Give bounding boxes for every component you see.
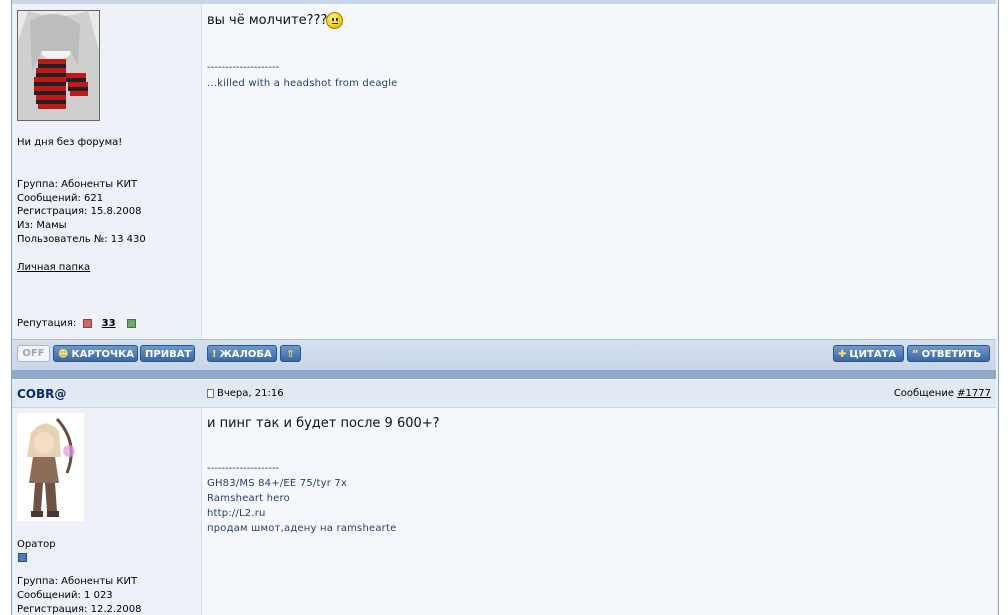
user-rank: Оратор — [17, 539, 56, 550]
private-message-button[interactable]: ПРИВАТ — [140, 345, 195, 362]
user-registered: Регистрация: 12.2.2008 — [17, 604, 142, 615]
smile-icon — [326, 12, 343, 29]
post1-avatar[interactable] — [17, 10, 100, 121]
avatar-image — [17, 413, 84, 521]
user-registered: Регистрация: 15.8.2008 — [17, 206, 142, 217]
signature-divider: -------------------- — [207, 463, 280, 474]
post1-message: вы чё молчите??? — [207, 13, 328, 28]
reputation-minus-icon[interactable] — [83, 318, 93, 328]
post1-signature: ...killed with a headshot from deagle — [207, 78, 398, 89]
profile-card-label: КАРТОЧКА — [71, 349, 134, 360]
reputation-plus-icon[interactable] — [126, 318, 136, 328]
post2-date: Вчера, 21:16 — [217, 388, 284, 399]
reputation-row: Репутация: 33 — [17, 318, 136, 329]
exclamation-icon: ! — [212, 349, 217, 360]
user-post-count: Сообщений: 621 — [17, 193, 104, 204]
user-group: Группа: Абоненты КИТ — [17, 179, 138, 190]
message-label: Сообщение — [893, 388, 954, 399]
signature-divider: -------------------- — [207, 62, 280, 73]
quote-button[interactable]: ✚ ЦИТАТА — [833, 345, 904, 362]
scroll-top-button[interactable]: ⇧ — [280, 345, 301, 362]
rank-pip-icon — [18, 553, 27, 562]
post2-content — [202, 408, 996, 615]
quote-marks-icon: ” — [912, 349, 919, 360]
reputation-label: Репутация: — [17, 318, 77, 329]
avatar-image — [18, 11, 99, 120]
post2-author[interactable]: COBR@ — [17, 387, 66, 401]
user-group: Группа: Абоненты КИТ — [17, 576, 138, 587]
post2-header — [12, 380, 996, 408]
post2-number-row: Сообщение #1777 — [894, 388, 991, 399]
plus-icon: ✚ — [838, 349, 847, 360]
post2-avatar[interactable] — [17, 413, 84, 521]
signature-line: продам шмот,адену на ramshearte — [207, 523, 397, 534]
personal-folder-link[interactable]: Личная папка — [17, 262, 90, 273]
reply-label: ОТВЕТИТЬ — [921, 349, 981, 360]
arrow-up-icon: ⇧ — [286, 349, 295, 360]
post2-date-row: Вчера, 21:16 — [207, 388, 284, 399]
profile-card-button[interactable]: ☻ КАРТОЧКА — [53, 345, 138, 362]
signature-link[interactable]: http://L2.ru — [207, 508, 266, 519]
reputation-value[interactable]: 33 — [102, 318, 116, 329]
signature-line: Ramsheart hero — [207, 493, 290, 504]
user-icon: ☻ — [58, 349, 69, 360]
report-button[interactable]: ! ЖАЛОБА — [207, 345, 277, 362]
post2-message: и пинг так и будет после 9 600+? — [207, 416, 440, 431]
post1-content — [202, 4, 996, 339]
reply-button[interactable]: ” ОТВЕТИТЬ — [907, 345, 990, 362]
message-number-link[interactable]: #1777 — [957, 388, 991, 399]
signature-line: GH83/MS 84+/EE 75/tyr 7x — [207, 478, 348, 489]
quote-label: ЦИТАТА — [849, 349, 897, 360]
online-status-button[interactable]: OFF — [17, 345, 50, 362]
report-label: ЖАЛОБА — [219, 349, 272, 360]
user-post-count: Сообщений: 1 023 — [17, 590, 113, 601]
user-tagline: Ни дня без форума! — [17, 137, 123, 148]
post-separator — [12, 370, 996, 379]
document-icon — [207, 388, 214, 398]
user-number: Пользователь №: 13 430 — [17, 234, 146, 245]
user-location: Из: Мамы — [17, 220, 67, 231]
